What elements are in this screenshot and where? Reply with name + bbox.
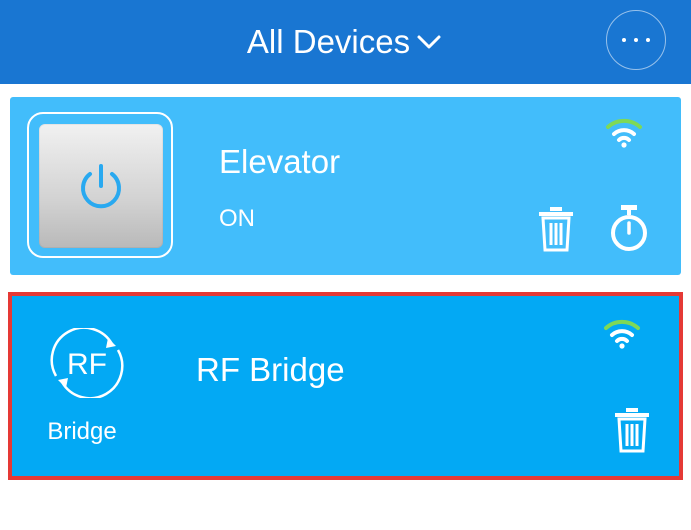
power-button-frame xyxy=(27,112,173,258)
rf-icon-text: RF xyxy=(67,348,107,381)
device-name: Elevator xyxy=(219,143,341,180)
timer-icon[interactable] xyxy=(608,203,650,255)
chevron-down-icon xyxy=(417,35,441,49)
trash-icon[interactable] xyxy=(612,406,652,454)
wifi-icon xyxy=(604,319,640,349)
rf-bridge-icon: RF xyxy=(50,328,124,398)
device-name: RF Bridge xyxy=(196,351,345,388)
top-bar: All Devices xyxy=(0,0,691,84)
rf-icon-caption: Bridge xyxy=(47,418,117,445)
power-icon xyxy=(81,164,121,209)
more-horizontal-icon xyxy=(622,38,650,42)
more-options-button[interactable] xyxy=(606,10,666,70)
device-card-elevator[interactable]: Elevator ON xyxy=(10,97,681,275)
power-toggle-button[interactable] xyxy=(39,124,163,248)
header-title-area: All Devices xyxy=(0,0,691,84)
device-card-rf-bridge[interactable]: RF Bridge RF Bridge xyxy=(8,292,683,480)
page-title: All Devices xyxy=(246,23,411,60)
trash-icon[interactable] xyxy=(536,205,576,253)
wifi-icon xyxy=(606,118,642,148)
device-filter-dropdown[interactable]: All Devices xyxy=(247,23,444,61)
device-status: ON xyxy=(219,205,255,232)
app-root: All Devices Elevator ON RF Bridge RF Bri… xyxy=(0,0,691,530)
